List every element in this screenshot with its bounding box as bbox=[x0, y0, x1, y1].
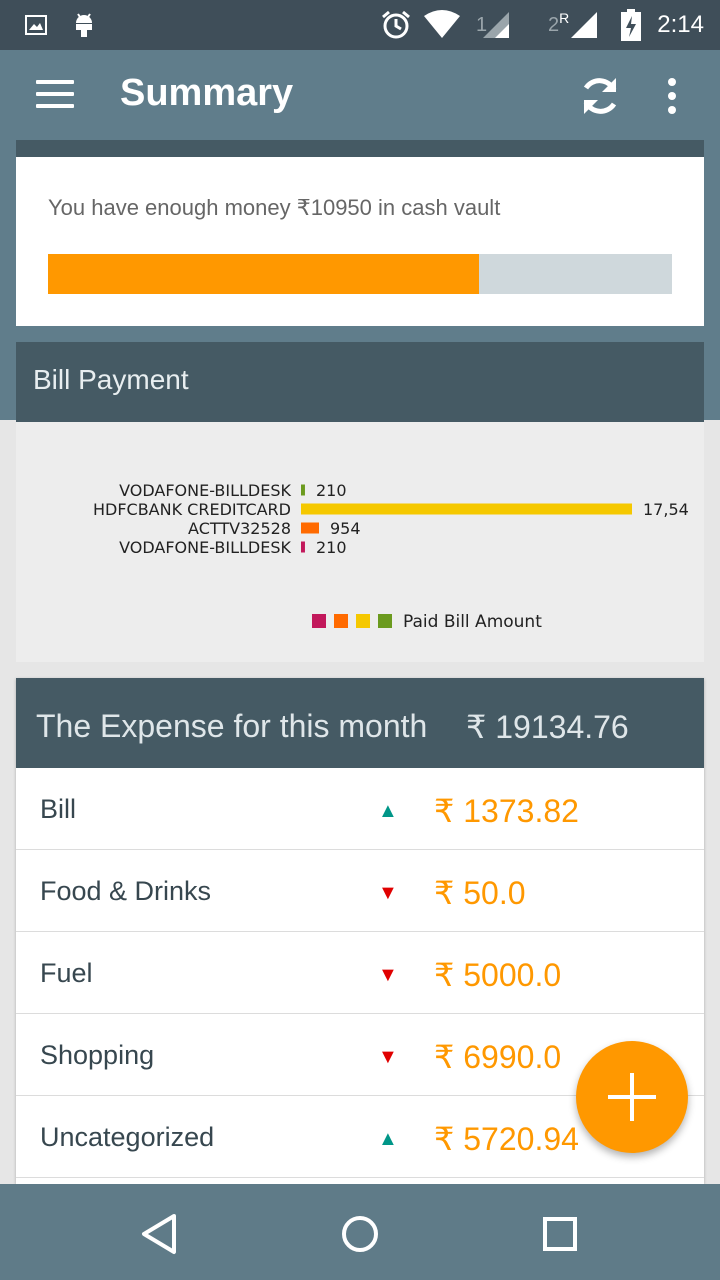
image-icon bbox=[24, 0, 48, 50]
expense-amount: ₹ 1373.82 bbox=[434, 793, 579, 829]
cash-vault-card[interactable]: You have enough money ₹10950 in cash vau… bbox=[16, 157, 704, 326]
bar-category-label: HDFCBANK CREDITCARD bbox=[93, 500, 291, 519]
expense-amount: ₹ 5000.0 bbox=[434, 957, 562, 993]
bar-category-label: VODAFONE-BILLDESK bbox=[119, 481, 291, 500]
legend-swatch bbox=[312, 614, 326, 628]
plus-icon bbox=[630, 1073, 634, 1121]
sim2-label: 2 bbox=[548, 13, 560, 36]
clock: 2:14 bbox=[657, 11, 704, 38]
home-icon[interactable] bbox=[338, 1212, 382, 1256]
battery-charging-icon bbox=[620, 0, 642, 50]
bar-category-label: VODAFONE-BILLDESK bbox=[119, 538, 291, 557]
legend-swatch bbox=[356, 614, 370, 628]
alarm-icon bbox=[380, 0, 412, 50]
trend-down-icon: ▼ bbox=[378, 964, 398, 986]
trend-up-icon: ▲ bbox=[378, 1128, 398, 1150]
expense-header: The Expense for this month ₹ 19134.76 bbox=[16, 678, 704, 768]
expense-category: Fuel bbox=[40, 958, 93, 988]
trend-down-icon: ▼ bbox=[378, 882, 398, 904]
expense-total: ₹ 19134.76 bbox=[466, 709, 629, 745]
legend-swatch bbox=[378, 614, 392, 628]
expense-amount: ₹ 6990.0 bbox=[434, 1039, 562, 1075]
roaming-label: R bbox=[559, 10, 570, 26]
bar bbox=[301, 503, 632, 515]
cash-vault-progress bbox=[48, 254, 672, 294]
expense-row-food-drinks[interactable]: Food & Drinks ▼ ₹ 50.0 bbox=[16, 850, 704, 932]
expense-category: Shopping bbox=[40, 1040, 155, 1070]
add-expense-button[interactable] bbox=[576, 1041, 688, 1153]
bar bbox=[301, 522, 319, 534]
bill-payment-card[interactable]: Bill Payment VODAFONE-BILLDESK 210 HDFCBAN… bbox=[16, 342, 704, 662]
cash-vault-progress-fill bbox=[48, 254, 479, 294]
legend-swatch bbox=[334, 614, 348, 628]
bar-category-label: ACTTV32528 bbox=[188, 519, 291, 538]
signal-icon: 1 bbox=[476, 0, 511, 50]
expense-category: Food & Drinks bbox=[40, 876, 212, 906]
bill-payment-title: Bill Payment bbox=[33, 364, 189, 395]
expense-amount: ₹ 50.0 bbox=[434, 875, 526, 911]
back-icon[interactable] bbox=[138, 1212, 182, 1256]
system-nav-bar bbox=[0, 1184, 720, 1280]
bar bbox=[301, 541, 305, 553]
expense-row-bill[interactable]: Bill ▲ ₹ 1373.82 bbox=[16, 768, 704, 850]
expense-category: Uncategorized bbox=[40, 1122, 215, 1152]
app-bar: Summary bbox=[0, 50, 720, 140]
page-title: Summary bbox=[120, 72, 294, 114]
hamburger-menu-icon[interactable] bbox=[36, 80, 76, 110]
bar-value-label: 210 bbox=[316, 481, 347, 500]
expense-title: The Expense for this month bbox=[36, 708, 428, 744]
signal-icon: 2 R bbox=[548, 0, 599, 50]
expense-amount: ₹ 5720.94 bbox=[434, 1121, 579, 1157]
vault-card-edge bbox=[16, 140, 704, 158]
bill-chart-svg: VODAFONE-BILLDESK 210 HDFCBANK CREDITCARD 1… bbox=[93, 481, 689, 632]
recents-icon[interactable] bbox=[538, 1212, 582, 1256]
status-bar: 1 2 R 2:14 bbox=[0, 0, 720, 50]
android-icon bbox=[72, 0, 96, 50]
bar-value-label: 210 bbox=[316, 538, 347, 557]
trend-up-icon: ▲ bbox=[378, 800, 398, 822]
trend-down-icon: ▼ bbox=[378, 1046, 398, 1068]
legend-label: Paid Bill Amount bbox=[403, 612, 542, 632]
bill-payment-chart: VODAFONE-BILLDESK 210 HDFCBANK CREDITCARD 1… bbox=[16, 422, 704, 662]
bar bbox=[301, 484, 305, 496]
more-vert-icon[interactable] bbox=[664, 78, 680, 114]
cash-vault-message: You have enough money ₹10950 in cash vau… bbox=[48, 195, 501, 220]
expense-row-fuel[interactable]: Fuel ▼ ₹ 5000.0 bbox=[16, 932, 704, 1014]
expense-category: Bill bbox=[40, 794, 77, 824]
refresh-icon[interactable] bbox=[576, 72, 624, 120]
wifi-icon bbox=[424, 0, 460, 50]
bar-value-label: 17,54 bbox=[643, 500, 689, 519]
bill-payment-header: Bill Payment bbox=[16, 342, 704, 422]
bar-value-label: 954 bbox=[330, 519, 361, 538]
